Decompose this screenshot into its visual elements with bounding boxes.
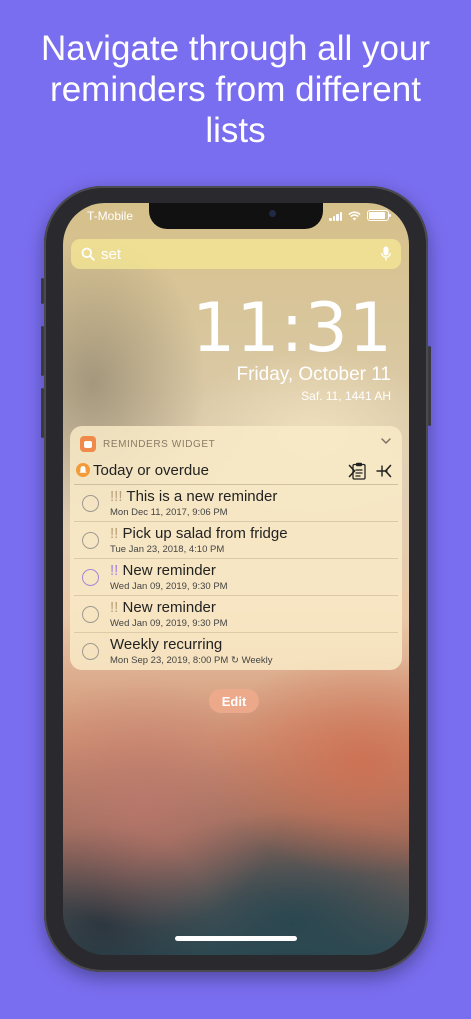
list-item[interactable]: !! New reminder Wed Jan 09, 2019, 9:30 P… (74, 596, 398, 633)
mic-icon[interactable] (381, 246, 391, 262)
reminder-title: Weekly recurring (110, 636, 223, 653)
reminder-title: !! New reminder (110, 599, 216, 616)
search-icon (81, 247, 95, 261)
list-name[interactable]: Today or overdue (93, 462, 209, 479)
search-field[interactable]: set (71, 239, 401, 269)
wifi-icon (348, 211, 361, 220)
lock-clock: 11:31 (192, 289, 393, 368)
plus-icon (376, 465, 388, 477)
volume-down-button (41, 388, 44, 438)
next-list-button[interactable] (344, 460, 360, 482)
complete-checkbox[interactable] (82, 532, 99, 549)
headline-line-3: lists (205, 111, 266, 150)
reminder-due-date: Mon Dec 11, 2017, 9:06 PM (110, 507, 228, 518)
priority-marker: !! (110, 562, 119, 579)
headline: Navigate through all your reminders from… (0, 28, 471, 151)
reminders-widget: REMINDERS WIDGET Today or overdue !!! Th… (70, 426, 402, 670)
widget-header: REMINDERS WIDGET (80, 436, 215, 452)
list-item[interactable]: !! Pick up salad from fridge Tue Jan 23,… (74, 522, 398, 559)
reminder-due-date: Wed Jan 09, 2019, 9:30 PM (110, 618, 228, 629)
list-item[interactable]: Weekly recurring Mon Sep 23, 2019, 8:00 … (74, 633, 398, 669)
priority-marker: !! (110, 525, 119, 542)
signal-icon (329, 211, 342, 221)
edit-button[interactable]: Edit (209, 689, 259, 713)
repeat-label: Weekly (241, 655, 273, 666)
reminder-title: !! Pick up salad from fridge (110, 525, 288, 542)
volume-up-button (41, 326, 44, 376)
phone-frame: T-Mobile set 11:31 Friday, October 11 Sa… (41, 186, 431, 972)
reminder-list: !!! This is a new reminder Mon Dec 11, 2… (74, 485, 398, 669)
add-reminder-button[interactable] (373, 460, 391, 482)
front-camera (269, 210, 276, 217)
home-indicator[interactable] (175, 936, 297, 941)
lock-screen: T-Mobile set 11:31 Friday, October 11 Sa… (63, 203, 409, 955)
complete-checkbox[interactable] (82, 643, 99, 660)
power-button (428, 346, 431, 426)
list-item[interactable]: !!! This is a new reminder Mon Dec 11, 2… (74, 485, 398, 522)
status-icons (329, 210, 391, 221)
repeat-icon: ↻ (230, 655, 239, 666)
reminder-due-date: Wed Jan 09, 2019, 9:30 PM (110, 581, 228, 592)
complete-checkbox[interactable] (82, 495, 99, 512)
bell-icon (76, 463, 90, 477)
chevron-right-icon (348, 464, 356, 478)
headline-line-2: reminders from different (50, 70, 421, 109)
search-input[interactable]: set (101, 246, 121, 263)
reminders-app-icon (80, 436, 96, 452)
priority-marker: !! (110, 599, 119, 616)
hijri-date: Saf. 11, 1441 AH (301, 389, 391, 403)
complete-checkbox[interactable] (82, 569, 99, 586)
lock-date: Friday, October 11 (236, 364, 391, 385)
widget-title: REMINDERS WIDGET (103, 438, 216, 450)
priority-marker: !!! (110, 488, 123, 505)
complete-checkbox[interactable] (82, 606, 99, 623)
reminder-title: !!! This is a new reminder (110, 488, 278, 505)
battery-icon (367, 210, 391, 221)
reminder-title: !! New reminder (110, 562, 216, 579)
reminder-due-date: Tue Jan 23, 2018, 4:10 PM (110, 544, 225, 555)
list-item[interactable]: !! New reminder Wed Jan 09, 2019, 9:30 P… (74, 559, 398, 596)
carrier-label: T-Mobile (87, 209, 134, 223)
headline-line-1: Navigate through all your (40, 29, 431, 68)
reminder-due-date: Mon Sep 23, 2019, 8:00 PM ↻ Weekly (110, 655, 273, 666)
chevron-down-icon[interactable] (380, 435, 392, 447)
silent-switch (41, 278, 44, 304)
notch (149, 203, 323, 229)
